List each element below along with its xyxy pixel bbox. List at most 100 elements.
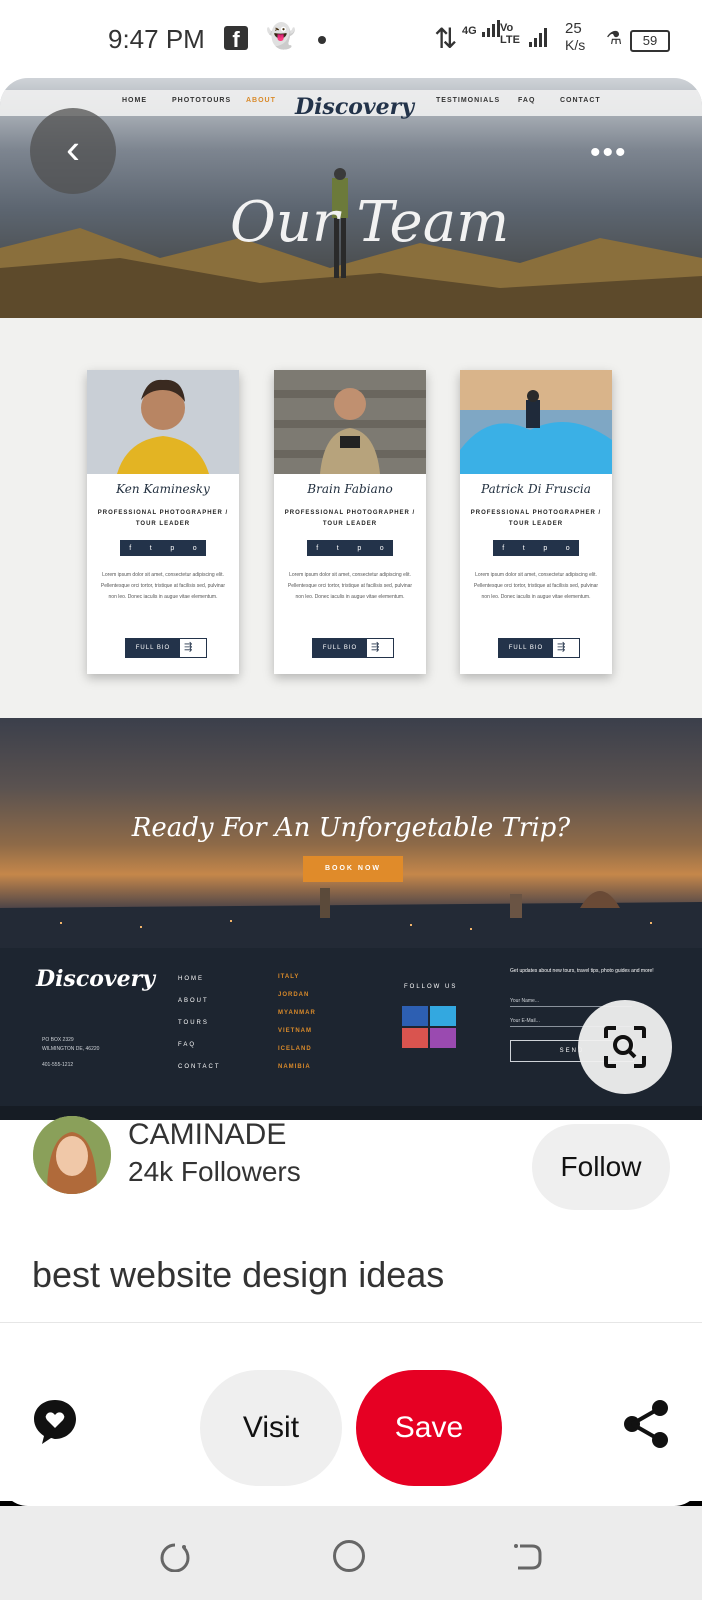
footer-nav-item[interactable]: TOURS <box>178 1012 221 1034</box>
follow-us-label: FOLLOW US <box>404 984 458 990</box>
instagram-icon[interactable]: o <box>380 545 384 552</box>
city-skyline <box>0 888 702 948</box>
full-bio-button[interactable]: FULL BIO ⇶ <box>498 638 580 658</box>
team-member-name: Ken Kaminesky <box>116 482 210 496</box>
status-bar: 9:47 PM f 👻 ⇅ 4G Vo LTE 25 K/s ⚗ 59 <box>0 0 702 78</box>
pin-description: best website design ideas <box>32 1254 445 1295</box>
website-nav-item: CONTACT <box>560 97 601 104</box>
avatar-photo <box>33 1116 111 1194</box>
instagram-icon[interactable] <box>430 1028 456 1048</box>
clock: 9:47 PM <box>108 24 205 54</box>
facebook-icon[interactable]: f <box>129 545 131 552</box>
facebook-icon[interactable]: f <box>502 545 504 552</box>
full-bio-button[interactable]: FULL BIO ⇶ <box>312 638 394 658</box>
share-icon[interactable] <box>622 1398 670 1450</box>
team-member-name: Patrick Di Fruscia <box>481 482 591 496</box>
social-icon-bar: f t p o <box>120 540 206 556</box>
hero-title: Our Team <box>230 190 510 255</box>
pinterest-icon[interactable]: p <box>543 545 547 552</box>
footer-nav-item[interactable]: CONTACT <box>178 1056 221 1078</box>
arrow-icon: ⇶ <box>557 642 566 653</box>
footer-nav-item[interactable]: ABOUT <box>178 990 221 1012</box>
facebook-icon: f <box>224 26 248 52</box>
website-nav-item: HOME <box>122 97 147 104</box>
destination-link[interactable]: VIETNAM <box>278 1022 316 1040</box>
avatar[interactable] <box>33 1116 111 1194</box>
bio-text: Lorem ipsum dolor sit amet, consectetur … <box>473 572 599 600</box>
notification-dot-icon <box>318 36 326 44</box>
destination-link[interactable]: ITALY <box>278 968 316 986</box>
battery-icon: 59 <box>630 30 670 52</box>
home-icon[interactable] <box>333 1540 365 1572</box>
arrow-icon: ⇶ <box>371 642 380 653</box>
team-card: Ken Kaminesky PROFESSIONAL PHOTOGRAPHER … <box>87 370 239 674</box>
team-photo <box>460 370 612 474</box>
website-nav-item: FAQ <box>518 97 536 104</box>
discovery-logo: Discovery <box>295 94 415 120</box>
more-options-icon[interactable]: ••• <box>590 136 628 170</box>
website-nav-item: TESTIMONIALS <box>436 97 501 104</box>
signal-4g-icon: 4G <box>462 20 501 38</box>
destination-link[interactable]: ICELAND <box>278 1040 316 1058</box>
follow-button[interactable]: Follow <box>532 1124 670 1210</box>
social-icon-bar: f t p o <box>493 540 579 556</box>
footer-nav: HOME ABOUT TOURS FAQ CONTACT <box>178 968 221 1078</box>
website-nav: HOME PHOTOTOURS ABOUT Discovery TESTIMON… <box>0 90 702 120</box>
profile-name[interactable]: CAMINADE <box>128 1118 286 1152</box>
pinterest-icon[interactable]: p <box>170 545 174 552</box>
footer-destinations: ITALY JORDAN MYANMAR VIETNAM ICELAND NAM… <box>278 968 316 1076</box>
footer-nav-item[interactable]: HOME <box>178 968 221 990</box>
team-member-role: PROFESSIONAL PHOTOGRAPHER / TOUR LEADER <box>284 510 416 527</box>
save-button[interactable]: Save <box>356 1370 502 1486</box>
footer-phone: 401-555-1212 <box>42 1062 74 1068</box>
destination-link[interactable]: MYANMAR <box>278 1004 316 1022</box>
facebook-icon[interactable]: f <box>316 545 318 552</box>
cta-title: Ready For An Unforgetable Trip? <box>131 813 571 843</box>
newsletter-text: Get updates about new tours, travel tips… <box>510 968 654 974</box>
pinterest-icon[interactable] <box>402 1028 428 1048</box>
pin-image[interactable]: HOME PHOTOTOURS ABOUT Discovery TESTIMON… <box>0 78 702 1120</box>
twitter-icon[interactable] <box>430 1006 456 1026</box>
signal-bars-icon <box>529 28 547 47</box>
comment-heart-icon[interactable] <box>30 1396 80 1446</box>
team-photo <box>274 370 426 474</box>
team-photo <box>87 370 239 474</box>
twitter-icon[interactable]: t <box>337 545 339 552</box>
recent-apps-icon[interactable] <box>160 1542 190 1572</box>
social-icon-bar: f t p o <box>307 540 393 556</box>
action-bar <box>0 1322 702 1501</box>
bio-text: Lorem ipsum dolor sit amet, consectetur … <box>100 572 226 600</box>
visit-button[interactable]: Visit <box>200 1370 342 1486</box>
lab-flask-icon: ⚗ <box>606 28 623 48</box>
twitter-icon[interactable]: t <box>150 545 152 552</box>
book-now-button[interactable]: BOOK NOW <box>303 856 403 882</box>
back-nav-icon[interactable] <box>512 1542 542 1572</box>
instagram-icon[interactable]: o <box>566 545 570 552</box>
website-hero: HOME PHOTOTOURS ABOUT Discovery TESTIMON… <box>0 78 702 318</box>
bio-text: Lorem ipsum dolor sit amet, consectetur … <box>287 572 413 600</box>
footer-nav-item[interactable]: FAQ <box>178 1034 221 1056</box>
volte-label: Vo LTE <box>500 22 520 46</box>
website-nav-item-active: ABOUT <box>246 97 276 104</box>
destination-link[interactable]: JORDAN <box>278 986 316 1004</box>
destination-link[interactable]: NAMIBIA <box>278 1058 316 1076</box>
pinterest-icon[interactable]: p <box>357 545 361 552</box>
team-member-role: PROFESSIONAL PHOTOGRAPHER / TOUR LEADER <box>97 510 229 527</box>
footer-address: PO BOX 2329 WILMINGTON DE, 46220 <box>42 1037 100 1052</box>
full-bio-button[interactable]: FULL BIO ⇶ <box>125 638 207 658</box>
twitter-icon[interactable]: t <box>523 545 525 552</box>
back-button[interactable]: ‹ <box>30 108 116 194</box>
instagram-icon[interactable]: o <box>193 545 197 552</box>
follower-count: 24k Followers <box>128 1156 301 1187</box>
visual-search-button[interactable] <box>578 1000 672 1094</box>
team-member-name: Brain Fabiano <box>307 482 393 496</box>
data-arrows-icon: ⇅ <box>434 23 458 54</box>
footer-logo: Discovery <box>36 966 156 992</box>
snapchat-icon: 👻 <box>266 23 296 50</box>
cta-banner: Ready For An Unforgetable Trip? BOOK NOW <box>0 718 702 948</box>
facebook-icon[interactable] <box>402 1006 428 1026</box>
lens-search-icon <box>604 1026 646 1068</box>
speed-indicator: 25 K/s <box>565 20 586 53</box>
website-nav-item: PHOTOTOURS <box>172 97 232 104</box>
team-member-role: PROFESSIONAL PHOTOGRAPHER / TOUR LEADER <box>470 510 602 527</box>
